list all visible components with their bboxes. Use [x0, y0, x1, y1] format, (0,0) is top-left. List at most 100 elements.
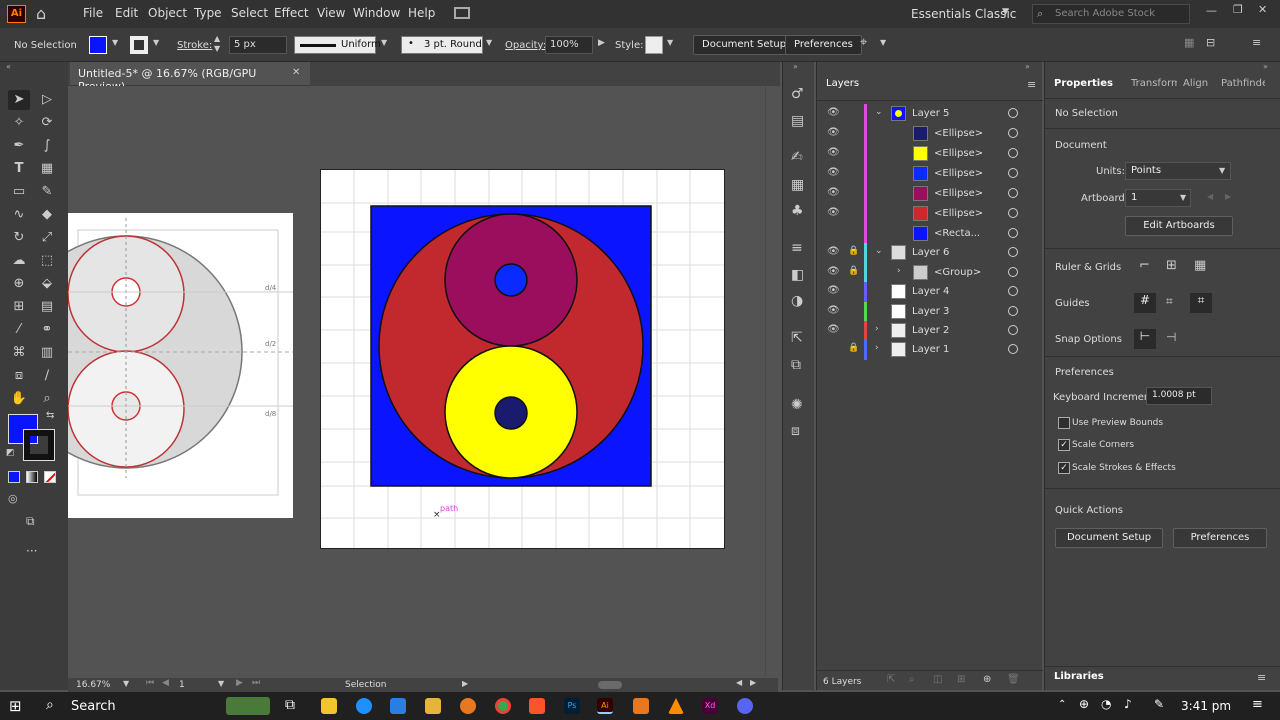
lock-guides-icon[interactable]: ⌗: [1166, 294, 1173, 309]
chevron-down-icon[interactable]: ▼: [880, 38, 886, 47]
transparency-icon[interactable]: ◑: [791, 293, 803, 309]
blender-alt-icon[interactable]: [633, 698, 649, 714]
sublayer-row[interactable]: 👁 <Ellipse>: [817, 164, 1043, 184]
taskbar-search-label[interactable]: Search: [71, 699, 116, 714]
delete-layer-icon[interactable]: 🗑: [1007, 674, 1020, 685]
artboard-number[interactable]: 1: [179, 680, 185, 690]
color-mode-icon[interactable]: [8, 471, 20, 483]
chevron-down-icon[interactable]: ▼: [153, 38, 159, 47]
eye-icon[interactable]: 👁: [827, 285, 840, 296]
chevron-down-icon[interactable]: ▼: [381, 38, 387, 47]
file-explorer-icon[interactable]: [321, 698, 337, 714]
artboards-icon[interactable]: ⧉: [791, 357, 801, 373]
minimize-icon[interactable]: —: [1206, 4, 1217, 17]
collect-export-icon[interactable]: ⇱: [887, 674, 895, 685]
tab-properties[interactable]: Properties: [1054, 78, 1113, 89]
screen-mode-icon[interactable]: ⧉: [26, 514, 35, 529]
eye-icon[interactable]: 👁: [827, 266, 840, 277]
target-icon[interactable]: [1008, 344, 1018, 354]
locate-object-icon[interactable]: ⌕: [909, 674, 915, 685]
edit-artboards-button[interactable]: Edit Artboards: [1125, 216, 1233, 236]
more-tools-icon[interactable]: ···: [26, 544, 37, 558]
canvas[interactable]: d/4 d/2 d/8 path ×: [68, 86, 766, 678]
lasso-tool-icon[interactable]: ⟳: [36, 113, 58, 133]
tab-transform[interactable]: Transform: [1131, 78, 1177, 89]
layer-name[interactable]: Layer 1: [912, 344, 949, 355]
notifications-icon[interactable]: ≡: [1252, 697, 1263, 712]
transparency-grid-icon[interactable]: ▦: [1194, 258, 1206, 273]
target-icon[interactable]: [1008, 208, 1018, 218]
task-view-icon[interactable]: ⧉: [285, 697, 295, 713]
snap-to-point-icon[interactable]: ⊢: [1134, 329, 1156, 349]
zoom-level[interactable]: 16.67%: [76, 680, 110, 690]
search-icon[interactable]: ⌕: [46, 697, 54, 713]
symbol-sprayer-tool-icon[interactable]: ⌘: [8, 343, 30, 363]
layer-name[interactable]: Layer 2: [912, 325, 949, 336]
volume-icon[interactable]: ♪: [1124, 697, 1132, 711]
discord-icon[interactable]: [737, 698, 753, 714]
sublayer-name[interactable]: <Ellipse>: [934, 148, 983, 159]
prev-artboard-icon[interactable]: ◀: [162, 678, 169, 688]
chevron-right-icon[interactable]: ›: [897, 266, 901, 276]
eraser-tool-icon[interactable]: ◆: [36, 205, 58, 225]
magic-wand-tool-icon[interactable]: ✧: [8, 113, 30, 133]
rotate-tool-icon[interactable]: ↻: [8, 228, 30, 248]
windows-start-icon[interactable]: ⊞: [9, 697, 22, 715]
sublayer-row[interactable]: <Recta...: [817, 224, 1043, 244]
arrange-documents-icon[interactable]: [454, 7, 470, 19]
close-icon[interactable]: ✕: [1258, 3, 1267, 16]
menu-type[interactable]: Type: [194, 6, 222, 20]
current-tool[interactable]: Selection: [345, 680, 386, 690]
ruler-icon[interactable]: ⌐: [1139, 258, 1150, 273]
stroke-label[interactable]: Stroke:: [177, 40, 212, 51]
menu-window[interactable]: Window: [353, 6, 400, 20]
illustrator-taskbar-icon[interactable]: Ai: [597, 698, 613, 714]
home-icon[interactable]: ⌂: [36, 4, 46, 23]
menu-help[interactable]: Help: [408, 6, 435, 20]
free-transform-tool-icon[interactable]: ⬚: [36, 251, 58, 271]
workspace-switcher[interactable]: Essentials Classic: [911, 7, 1016, 21]
layer-name[interactable]: Layer 3: [912, 306, 949, 317]
sublayer-name[interactable]: <Ellipse>: [934, 168, 983, 179]
curvature-tool-icon[interactable]: ∫: [36, 136, 58, 156]
default-colors-icon[interactable]: ◩: [6, 448, 15, 458]
draw-mode-icon[interactable]: ◎: [8, 492, 18, 505]
vlc-icon[interactable]: [668, 698, 684, 714]
collapse-icon[interactable]: »: [793, 62, 798, 71]
units-dropdown[interactable]: Points ▼: [1125, 162, 1231, 180]
target-icon[interactable]: [1008, 286, 1018, 296]
restore-icon[interactable]: ❐: [1233, 3, 1243, 16]
target-icon[interactable]: [1008, 228, 1018, 238]
stroke-weight-field[interactable]: 5 px: [229, 36, 287, 54]
panel-menu-icon[interactable]: ≡: [1027, 78, 1036, 91]
tab-pathfinder[interactable]: Pathfinder: [1221, 78, 1265, 89]
symbols-icon[interactable]: ♣: [791, 203, 804, 219]
slice-tool-icon[interactable]: ∕: [36, 366, 58, 386]
selection-tool-icon[interactable]: ➤: [8, 90, 30, 110]
pen-icon[interactable]: ✎: [1154, 697, 1164, 711]
panel-menu-icon[interactable]: ≡: [1257, 671, 1266, 684]
new-layer-icon[interactable]: ⊕: [983, 674, 991, 685]
folder-icon[interactable]: [425, 698, 441, 714]
shape-builder-tool-icon[interactable]: ⊕: [8, 274, 30, 294]
swap-colors-icon[interactable]: ⇆: [46, 410, 54, 421]
prev-artboard-icon[interactable]: ◀: [1207, 192, 1213, 201]
transform-icon[interactable]: ⌖: [860, 35, 867, 50]
sublayer-name[interactable]: <Recta...: [934, 228, 980, 239]
shaper-tool-icon[interactable]: ∿: [8, 205, 30, 225]
layer-row-4[interactable]: 👁 Layer 4: [817, 282, 1043, 302]
layer-row-3[interactable]: 👁 Layer 3: [817, 302, 1043, 322]
menu-object[interactable]: Object: [148, 6, 187, 20]
brave-icon[interactable]: [529, 698, 545, 714]
target-icon[interactable]: [1008, 168, 1018, 178]
chevron-right-icon[interactable]: ›: [875, 324, 879, 334]
chevron-down-icon[interactable]: ▼: [486, 38, 492, 47]
tab-align[interactable]: Align: [1183, 78, 1208, 89]
chevron-down-icon[interactable]: ▼: [112, 38, 118, 47]
menu-file[interactable]: File: [83, 6, 103, 20]
export-icon[interactable]: ⇱: [791, 330, 803, 346]
wifi-icon[interactable]: ◔: [1101, 697, 1111, 711]
rectangle-tool-icon[interactable]: ▭: [8, 182, 30, 202]
document-tab[interactable]: Untitled-5* @ 16.67% (RGB/GPU Preview) ✕: [70, 62, 310, 93]
stroke-icon[interactable]: ≡: [791, 240, 803, 256]
